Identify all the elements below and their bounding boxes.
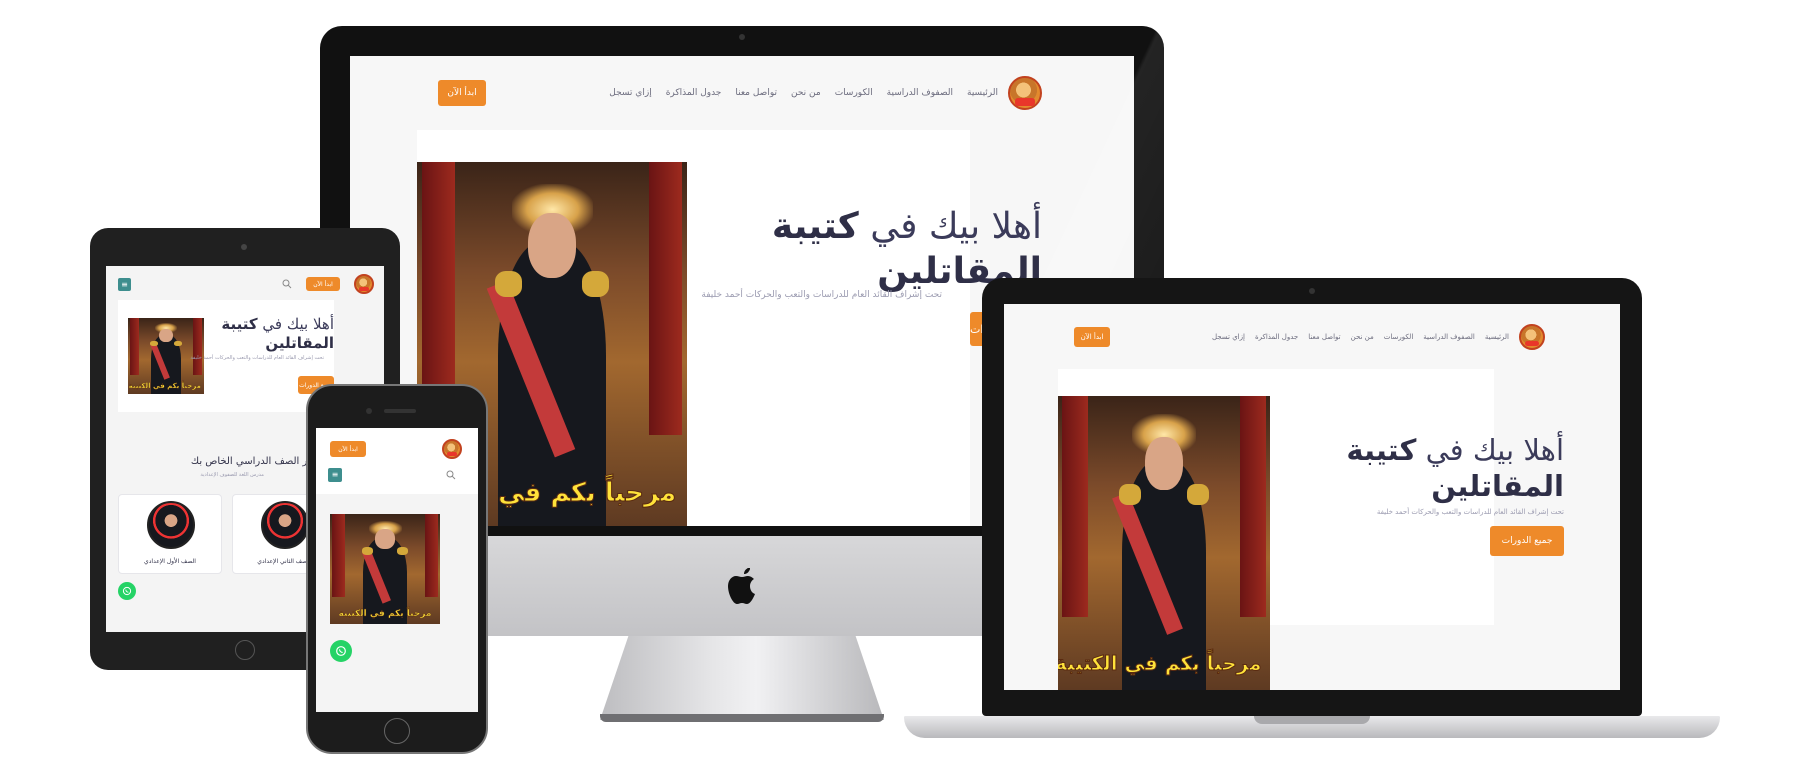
start-now-button[interactable]: ابدأ الآن: [330, 441, 366, 457]
grade-avatar: [147, 501, 195, 549]
nav-right-group: الرئيسية الصفوف الدراسية الكورسات من نحن…: [1212, 324, 1545, 350]
nav-link-courses[interactable]: الكورسات: [1384, 333, 1414, 341]
nav-link-schedule[interactable]: جدول المذاكرة: [1255, 333, 1298, 341]
nav-link-grades[interactable]: الصفوف الدراسية: [1423, 333, 1475, 341]
laptop-lid: الرئيسية الصفوف الدراسية الكورسات من نحن…: [982, 278, 1642, 716]
grade-card[interactable]: الصف الأول الإعدادي: [118, 494, 222, 574]
phone-home-button: [384, 718, 410, 744]
nav-link-about[interactable]: من نحن: [1351, 333, 1374, 341]
nav-link-courses[interactable]: الكورسات: [835, 88, 873, 98]
nav-link-how-to-register[interactable]: إزاي تسجل: [609, 88, 651, 98]
nav-link-contact[interactable]: تواصل معنا: [735, 88, 777, 98]
nav-link-home[interactable]: الرئيسية: [1485, 333, 1509, 341]
grades-section-subtitle: مدرس اللغة للصفوف الإعدادية: [200, 472, 264, 478]
hero-image: مرحباً بكم في الكتيبة: [1058, 396, 1270, 690]
hero-image-banner: مرحباً بكم في الكتيبة: [1058, 651, 1262, 676]
search-icon[interactable]: [446, 470, 456, 480]
whatsapp-icon[interactable]: [118, 582, 136, 600]
logo-icon[interactable]: [1519, 324, 1545, 350]
start-now-button[interactable]: ابدأ الآن: [306, 277, 340, 291]
hero-headline-bold-1: كتيبة: [1346, 433, 1417, 467]
search-icon[interactable]: [282, 279, 292, 289]
nav-link-contact[interactable]: تواصل معنا: [1308, 333, 1340, 341]
tablet-camera: [241, 244, 247, 250]
hero-image-banner: مرحباً بكم في الكتيبة: [338, 608, 432, 619]
hero-subline: تحت إشراف القائد العام للدراسات والتعب و…: [1376, 508, 1564, 516]
nav-link-home[interactable]: الرئيسية: [967, 88, 998, 98]
hero-headline-bold-1: كتيبة: [771, 206, 859, 247]
phone-screen: ابدأ الآن ≡ مرحباً بكم في الكتيبة: [316, 428, 478, 712]
hero-headline: أهلا بيك في كتيبة المقاتلين: [1346, 432, 1564, 505]
nav-link-how-to-register[interactable]: إزاي تسجل: [1212, 333, 1245, 341]
nav-link-about[interactable]: من نحن: [791, 88, 821, 98]
hero-headline-light: أهلا بيك في: [262, 315, 334, 333]
hero-headline-light: أهلا بيك في: [1425, 433, 1564, 467]
device-mockup-stage: الرئيسية الصفوف الدراسية الكورسات من نحن…: [0, 0, 1800, 760]
imac-stand: [600, 636, 884, 720]
navbar: الرئيسية الصفوف الدراسية الكورسات من نحن…: [438, 76, 1042, 110]
logo-icon[interactable]: [354, 274, 374, 294]
hero-headline-light: أهلا بيك في: [870, 206, 1042, 247]
nav-link-schedule[interactable]: جدول المذاكرة: [666, 88, 722, 98]
hero-headline-bold-2: المقاتلين: [1431, 469, 1564, 504]
laptop-notch: [1254, 716, 1370, 724]
hero-image: مرحباً بكم في الكتيبة: [330, 514, 440, 624]
navbar: الرئيسية الصفوف الدراسية الكورسات من نحن…: [1074, 324, 1545, 350]
navbar: ابدأ الآن ≡: [118, 274, 374, 294]
phone-camera: [366, 408, 372, 414]
start-now-button[interactable]: ابدأ الآن: [438, 80, 486, 106]
grade-label: الصف الأول الإعدادي: [144, 558, 196, 565]
whatsapp-icon[interactable]: [330, 640, 352, 662]
imac-camera: [739, 34, 745, 40]
start-now-button[interactable]: ابدأ الآن: [1074, 327, 1110, 347]
menu-icon[interactable]: ≡: [328, 468, 342, 482]
phone-speaker: [384, 409, 416, 413]
logo-icon[interactable]: [442, 439, 462, 459]
apple-logo-icon: [728, 568, 755, 604]
hero-headline-bold-1: كتيبة: [221, 315, 258, 333]
imac-foot: [600, 714, 884, 722]
tablet-home-button: [235, 640, 255, 660]
nav-links: الرئيسية الصفوف الدراسية الكورسات من نحن…: [609, 88, 998, 98]
hero-headline-bold-2: المقاتلين: [265, 333, 334, 352]
laptop-screen: الرئيسية الصفوف الدراسية الكورسات من نحن…: [1004, 304, 1620, 690]
hero-subline: تحت إشراف القائد العام للدراسات والتعب و…: [190, 355, 324, 361]
phone-device: ابدأ الآن ≡ مرحباً بكم في الكتيبة: [306, 384, 488, 754]
menu-icon[interactable]: ≡: [118, 277, 131, 291]
hero-headline: أهلا بيك في كتيبة المقاتلين: [221, 315, 334, 353]
hero-image-banner: مرحباً بكم في الكتيبة: [128, 382, 202, 391]
laptop-device: الرئيسية الصفوف الدراسية الكورسات من نحن…: [904, 278, 1720, 758]
grades-section-title: اختر الصف الدراسي الخاص بك: [190, 456, 320, 467]
nav-links: الرئيسية الصفوف الدراسية الكورسات من نحن…: [1212, 333, 1509, 341]
nav-right-group: الرئيسية الصفوف الدراسية الكورسات من نحن…: [609, 76, 1042, 110]
all-courses-button[interactable]: جميع الدورات: [1490, 526, 1564, 556]
nav-link-grades[interactable]: الصفوف الدراسية: [887, 88, 953, 98]
nav-right-group: ابدأ الآن: [282, 274, 374, 294]
navbar: ابدأ الآن: [330, 438, 462, 460]
laptop-camera: [1309, 288, 1315, 294]
logo-icon[interactable]: [1008, 76, 1042, 110]
grade-avatar: [261, 501, 309, 549]
